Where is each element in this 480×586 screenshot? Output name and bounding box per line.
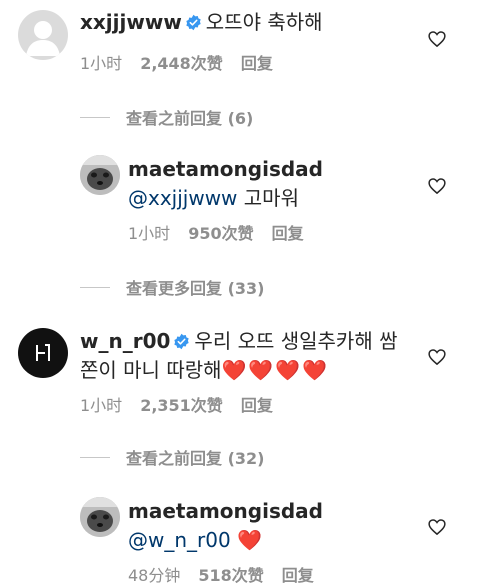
reply-button[interactable]: 回复 — [282, 566, 314, 585]
like-heart-icon[interactable] — [428, 349, 446, 365]
verified-badge-icon — [186, 14, 201, 31]
username[interactable]: maetamongisdad — [128, 155, 418, 184]
comment-text: 고마워 — [243, 186, 299, 210]
avatar[interactable] — [80, 497, 120, 537]
view-previous-replies-button[interactable]: 查看之前回复 (6) — [80, 105, 253, 129]
like-heart-icon[interactable] — [428, 31, 446, 47]
comment-text-line2: 쫀이 마니 따랑해 — [80, 358, 222, 382]
avatar[interactable] — [18, 328, 68, 378]
reply-comment: maetamongisdad @w_n_r00 ❤️ — [128, 497, 418, 555]
comment: w_n_r00 우리 오뜨 생일추카해 쌈 쫀이 마니 따랑해❤️❤️❤️❤️ — [80, 327, 410, 385]
reply-button[interactable]: 回复 — [272, 224, 304, 243]
avatar[interactable] — [80, 155, 120, 195]
view-previous-replies-button[interactable]: 查看之前回复 (32) — [80, 445, 264, 469]
dog-avatar-icon — [80, 155, 120, 195]
timestamp: 1小时 — [80, 54, 123, 73]
like-count[interactable]: 518次赞 — [198, 566, 263, 585]
divider-line — [80, 456, 110, 458]
avatar[interactable] — [18, 10, 68, 60]
logo-avatar-icon — [36, 344, 50, 361]
comment-meta: 1小时 950次赞 回复 — [128, 220, 304, 244]
timestamp: 1小时 — [80, 396, 123, 415]
like-count[interactable]: 2,351次赞 — [140, 396, 223, 415]
dog-avatar-icon — [80, 497, 120, 537]
comment-meta: 1小时 2,351次赞 回复 — [80, 392, 273, 416]
view-replies-label: 查看之前回复 (6) — [126, 109, 254, 128]
like-count[interactable]: 950次赞 — [188, 224, 253, 243]
mention-link[interactable]: @xxjjjwww — [128, 186, 237, 210]
like-heart-icon[interactable] — [428, 178, 446, 194]
comment-meta: 1小时 2,448次赞 回复 — [80, 50, 273, 74]
reply-button[interactable]: 回复 — [241, 54, 273, 73]
view-replies-label: 查看更多回复 (33) — [126, 279, 265, 298]
timestamp: 48分钟 — [128, 566, 181, 585]
verified-badge-icon — [174, 333, 190, 350]
comment-text-line1: 우리 오뜨 생일추카해 쌈 — [194, 329, 398, 353]
comment-meta: 48分钟 518次赞 回复 — [128, 562, 314, 586]
comment: xxjjjwww 오뜨야 축하해 — [80, 8, 410, 37]
mention-link[interactable]: @w_n_r00 — [128, 528, 231, 552]
red-heart-emoji: ❤️ — [237, 528, 264, 552]
view-replies-label: 查看之前回复 (32) — [126, 449, 265, 468]
like-count[interactable]: 2,448次赞 — [140, 54, 223, 73]
divider-line — [80, 116, 110, 118]
divider-line — [80, 286, 110, 288]
default-avatar-icon — [26, 21, 60, 56]
username[interactable]: maetamongisdad — [128, 497, 418, 526]
username[interactable]: w_n_r00 — [80, 329, 170, 353]
comment-text: 오뜨야 축하해 — [205, 10, 323, 34]
red-hearts-emoji: ❤️❤️❤️❤️ — [221, 358, 330, 382]
view-more-replies-button[interactable]: 查看更多回复 (33) — [80, 275, 264, 299]
username[interactable]: xxjjjwww — [80, 10, 182, 34]
timestamp: 1小时 — [128, 224, 171, 243]
like-heart-icon[interactable] — [428, 519, 446, 535]
reply-comment: maetamongisdad @xxjjjwww 고마워 — [128, 155, 418, 213]
reply-button[interactable]: 回复 — [241, 396, 273, 415]
